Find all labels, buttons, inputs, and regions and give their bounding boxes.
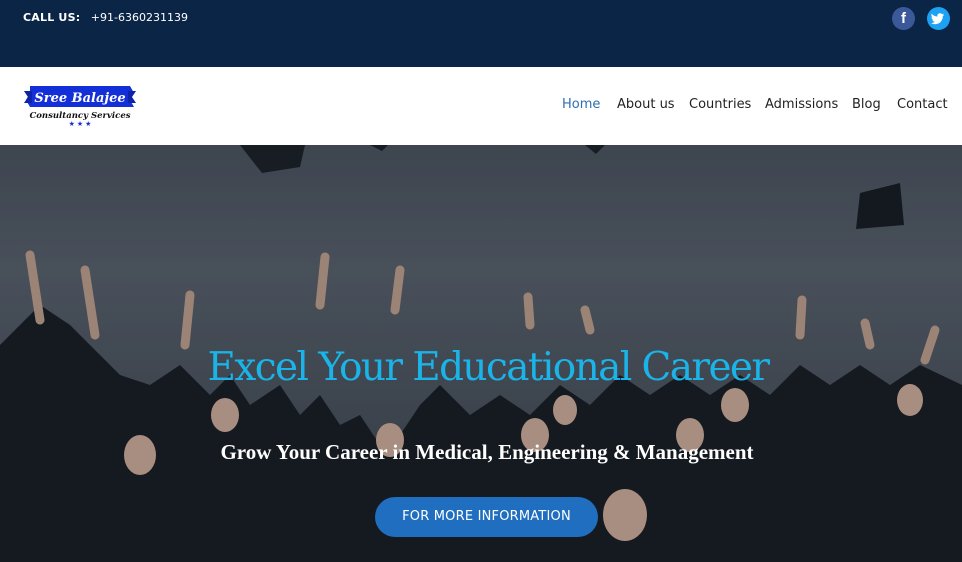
twitter-icon[interactable] bbox=[927, 7, 950, 30]
nav-admissions[interactable]: Admissions bbox=[765, 97, 838, 112]
svg-text:★ ★ ★: ★ ★ ★ bbox=[69, 120, 92, 127]
nav-home[interactable]: Home bbox=[562, 97, 600, 112]
nav-contact[interactable]: Contact bbox=[897, 97, 948, 112]
phone-number[interactable]: +91-6360231139 bbox=[91, 11, 188, 24]
facebook-icon[interactable]: f bbox=[892, 7, 915, 30]
nav-blog[interactable]: Blog bbox=[852, 97, 881, 112]
site-header: Sree Balajee Consultancy Services ★ ★ ★ … bbox=[0, 67, 962, 145]
hero-banner: Excel Your Educational Career Grow Your … bbox=[0, 145, 962, 562]
more-information-button[interactable]: FOR MORE INFORMATION bbox=[375, 497, 598, 537]
main-nav: Home About us Countries Admissions Blog … bbox=[0, 97, 962, 117]
call-us-label: CALL US: bbox=[23, 11, 81, 24]
hero-subheadline: Grow Your Career in Medical, Engineering… bbox=[220, 440, 754, 464]
nav-countries[interactable]: Countries bbox=[689, 97, 751, 112]
call-us: CALL US: +91-6360231139 bbox=[23, 11, 188, 24]
top-bar: CALL US: +91-6360231139 f bbox=[0, 0, 962, 67]
nav-about-us[interactable]: About us bbox=[617, 97, 675, 112]
hero-headline: Excel Your Educational Career bbox=[207, 345, 771, 390]
